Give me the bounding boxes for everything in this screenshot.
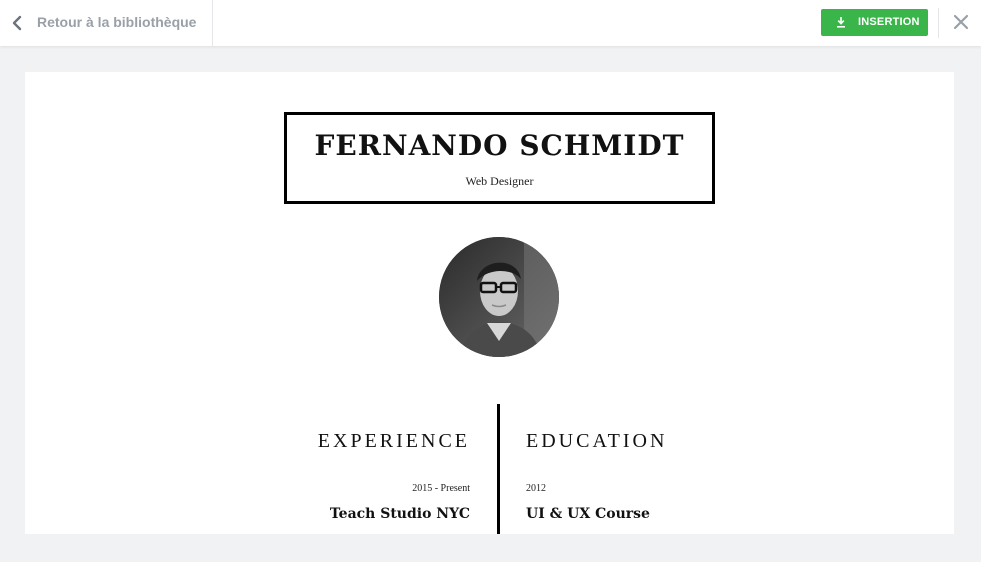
- back-to-library-label: Retour à la bibliothèque: [37, 14, 197, 30]
- name-box: FERNANDO SCHMIDT Web Designer: [284, 112, 715, 204]
- column-divider: [497, 404, 500, 534]
- experience-heading: EXPERIENCE: [317, 430, 470, 452]
- experience-date: 2015 - Present: [412, 483, 470, 494]
- education-heading: EDUCATION: [526, 430, 668, 452]
- insert-button-label: INSERTION: [858, 16, 920, 28]
- education-item: UI & UX Course: [526, 506, 650, 522]
- insert-button[interactable]: INSERTION: [821, 9, 928, 36]
- toolbar-divider: [938, 8, 939, 38]
- download-icon: [837, 17, 845, 28]
- chevron-left-icon: [12, 15, 22, 31]
- profile-photo-illustration: [439, 237, 559, 357]
- education-date: 2012: [526, 483, 546, 494]
- resume-role: Web Designer: [465, 174, 534, 188]
- resume-name: FERNANDO SCHMIDT: [314, 129, 685, 162]
- template-preview: FERNANDO SCHMIDT Web Designer EXPERIENCE…: [25, 72, 954, 534]
- profile-photo: [439, 237, 559, 357]
- close-icon[interactable]: [951, 12, 971, 32]
- top-toolbar: Retour à la bibliothèque INSERTION: [0, 0, 981, 46]
- back-to-library-button[interactable]: Retour à la bibliothèque: [0, 0, 213, 46]
- experience-item: Teach Studio NYC: [329, 506, 470, 522]
